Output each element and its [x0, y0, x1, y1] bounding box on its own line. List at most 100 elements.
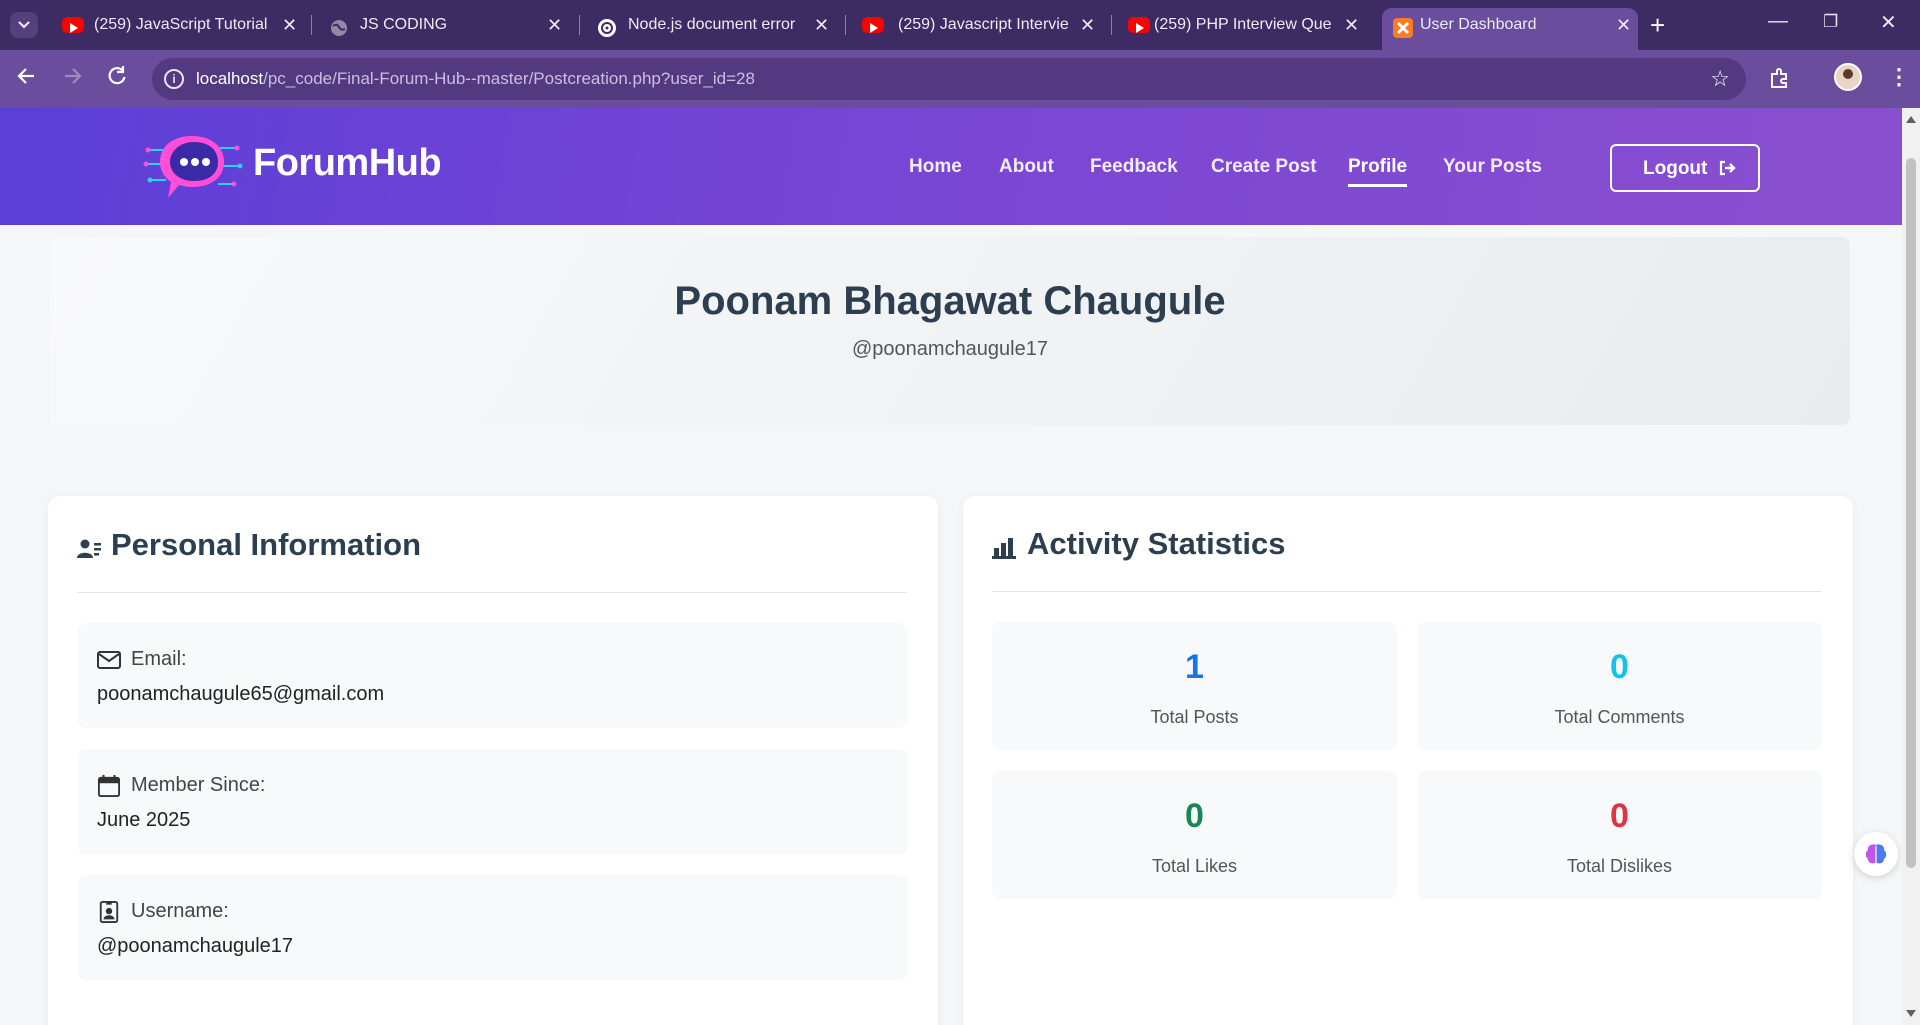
activity-statistics-card: Activity Statistics 1 Total Posts 0 Tota… [963, 496, 1853, 1025]
close-tab-icon[interactable]: ✕ [1344, 15, 1359, 36]
close-tab-icon[interactable]: ✕ [282, 15, 297, 36]
id-badge-icon [99, 901, 119, 923]
browser-tab-bar: (259) JavaScript Tutorial In ✕ JS CODING… [0, 0, 1920, 50]
stat-value: 0 [1610, 797, 1629, 835]
info-item-member-since: Member Since: June 2025 [78, 749, 908, 854]
youtube-icon [62, 17, 84, 33]
info-label: Username: [131, 900, 229, 922]
url-text[interactable]: localhost/pc_code/Final-Forum-Hub--maste… [196, 69, 755, 89]
reload-icon[interactable] [106, 65, 128, 87]
tab-title: Node.js document error [628, 16, 796, 33]
address-card-icon [77, 539, 101, 558]
browser-menu-icon[interactable]: ⋮ [1888, 64, 1910, 90]
stat-value: 1 [1185, 648, 1204, 686]
nav-profile[interactable]: Profile [1348, 156, 1408, 187]
info-label: Member Since: [131, 774, 266, 796]
extensions-puzzle-icon[interactable] [1768, 66, 1792, 90]
stat-label: Total Comments [1554, 707, 1685, 727]
logout-button[interactable]: Logout [1610, 144, 1760, 192]
profile-handle: @poonamchaugule17 [851, 338, 1048, 360]
nav-create-post[interactable]: Create Post [1211, 156, 1317, 178]
stat-value: 0 [1610, 648, 1629, 686]
stat-total-dislikes: 0 Total Dislikes [1417, 771, 1822, 899]
site-header: ForumHub Home About Feedback Create Post… [0, 108, 1902, 225]
bookmark-star-icon[interactable]: ☆ [1710, 66, 1730, 92]
page-scrollbar[interactable] [1902, 108, 1920, 1025]
stat-label: Total Likes [1151, 856, 1238, 876]
scroll-up-arrow-icon[interactable] [1906, 116, 1916, 123]
youtube-icon [1128, 17, 1150, 33]
info-value-username: @poonamchaugule17 [97, 935, 294, 957]
info-item-username: Username: @poonamchaugule17 [78, 875, 908, 980]
browser-toolbar: i localhost/pc_code/Final-Forum-Hub--mas… [0, 50, 1920, 108]
personal-information-title: Personal Information [111, 527, 422, 562]
profile-full-name: Poonam Bhagawat Chaugule [674, 279, 1226, 323]
close-tab-icon[interactable]: ✕ [1616, 15, 1631, 36]
stat-label: Total Posts [1150, 707, 1239, 727]
tab-title: (259) PHP Interview Questi [1154, 16, 1332, 33]
envelope-icon [97, 651, 121, 669]
close-window-icon[interactable]: ✕ [1880, 10, 1897, 35]
close-tab-icon[interactable]: ✕ [547, 15, 562, 36]
stat-value: 0 [1185, 797, 1204, 835]
assistant-extension-button[interactable] [1854, 832, 1898, 876]
xampp-icon [1393, 18, 1413, 38]
browser-tab-active[interactable]: User Dashboard ✕ [1382, 8, 1638, 50]
tab-separator [579, 15, 580, 35]
stat-total-posts: 1 Total Posts [992, 622, 1397, 750]
address-bar[interactable]: i localhost/pc_code/Final-Forum-Hub--mas… [152, 58, 1746, 100]
bar-chart-icon [992, 538, 1016, 559]
close-tab-icon[interactable]: ✕ [1080, 15, 1095, 36]
browser-tab[interactable]: Node.js document error ✕ [582, 8, 848, 50]
nav-about[interactable]: About [999, 156, 1054, 178]
tab-search-menu-button[interactable] [10, 12, 38, 38]
chatgpt-icon [598, 19, 616, 37]
tab-separator [311, 15, 312, 35]
new-tab-icon[interactable]: + [1650, 10, 1665, 41]
tab-title: User Dashboard [1420, 16, 1537, 33]
page-viewport: ForumHub Home About Feedback Create Post… [0, 108, 1902, 1025]
youtube-icon [862, 17, 884, 33]
info-item-email: Email: poonamchaugule65@gmail.com [78, 623, 908, 728]
divider [77, 592, 907, 593]
scrollbar-thumb[interactable] [1906, 158, 1916, 868]
browser-profile-avatar[interactable] [1834, 63, 1862, 91]
tab-title: (259) Javascript Interview C [898, 16, 1068, 33]
stat-label: Total Dislikes [1566, 856, 1673, 876]
divider [992, 591, 1822, 592]
brand-name[interactable]: ForumHub [253, 142, 442, 185]
calendar-icon [98, 775, 120, 797]
logout-label: Logout [1643, 158, 1708, 179]
chevron-down-icon [18, 21, 30, 29]
nav-your-posts[interactable]: Your Posts [1443, 156, 1542, 178]
back-arrow-icon[interactable] [15, 65, 37, 87]
url-host: localhost [196, 69, 264, 88]
tab-title: JS CODING [360, 16, 448, 33]
info-value-email: poonamchaugule65@gmail.com [97, 683, 385, 705]
scroll-down-arrow-icon[interactable] [1906, 1010, 1916, 1017]
browser-tab[interactable]: (259) PHP Interview Questi ✕ [1114, 8, 1380, 50]
nav-home[interactable]: Home [909, 156, 962, 178]
personal-information-card: Personal Information Email: poonamchaugu… [48, 496, 938, 1025]
tab-separator [1111, 15, 1112, 35]
forumhub-logo-icon[interactable] [140, 130, 244, 204]
brain-icon [1865, 844, 1887, 864]
minimize-icon[interactable]: — [1768, 10, 1788, 33]
restore-icon[interactable]: ❐ [1823, 12, 1838, 32]
profile-banner: Poonam Bhagawat Chaugule @poonamchaugule… [50, 237, 1850, 425]
info-value-member-since: June 2025 [97, 809, 191, 831]
info-label: Email: [131, 648, 187, 670]
browser-tab[interactable]: (259) Javascript Interview C ✕ [848, 8, 1114, 50]
tab-separator [845, 15, 846, 35]
forward-arrow-icon[interactable] [62, 65, 84, 87]
site-info-icon[interactable]: i [164, 69, 184, 89]
close-tab-icon[interactable]: ✕ [814, 15, 829, 36]
nav-feedback[interactable]: Feedback [1090, 156, 1178, 178]
globe-icon [331, 20, 347, 36]
activity-statistics-title: Activity Statistics [1027, 526, 1286, 561]
stat-total-likes: 0 Total Likes [992, 771, 1397, 899]
url-path: /pc_code/Final-Forum-Hub--master/Postcre… [263, 69, 755, 88]
browser-tab[interactable]: JS CODING ✕ [314, 8, 570, 50]
browser-tab[interactable]: (259) JavaScript Tutorial In ✕ [48, 8, 304, 50]
tab-title: (259) JavaScript Tutorial In [94, 16, 270, 33]
